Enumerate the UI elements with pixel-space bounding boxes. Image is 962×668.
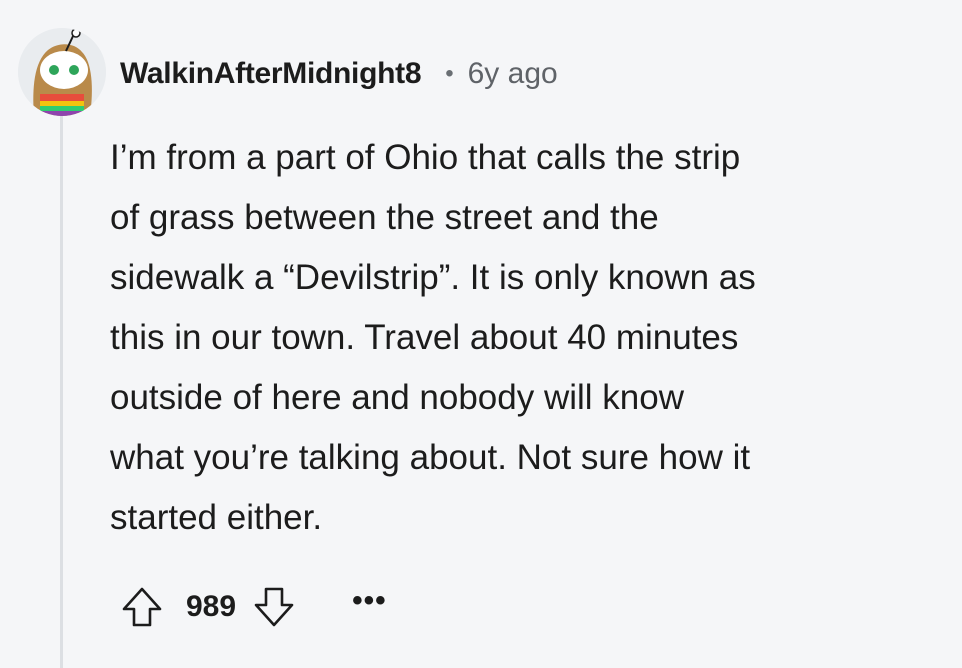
separator-dot: •	[445, 60, 454, 87]
upvote-button[interactable]	[118, 583, 166, 631]
user-avatar[interactable]	[18, 28, 106, 116]
snoo-avatar-icon	[18, 28, 106, 116]
thread-line[interactable]	[60, 112, 63, 668]
arrow-down-outline-icon	[254, 587, 294, 627]
comment-body: I’m from a part of Ohio that calls the s…	[110, 138, 756, 537]
arrow-up-outline-icon	[122, 587, 162, 627]
comment-timestamp[interactable]: 6y ago	[468, 57, 558, 91]
downvote-button[interactable]	[250, 583, 298, 631]
username-link[interactable]: WalkinAfterMidnight8	[120, 57, 422, 91]
comment-header: WalkinAfterMidnight8 • 6y ago	[120, 52, 558, 96]
vote-score: 989	[186, 590, 237, 623]
comment-actions: 989 •••	[118, 582, 387, 632]
more-options-button[interactable]: •••	[352, 586, 387, 628]
